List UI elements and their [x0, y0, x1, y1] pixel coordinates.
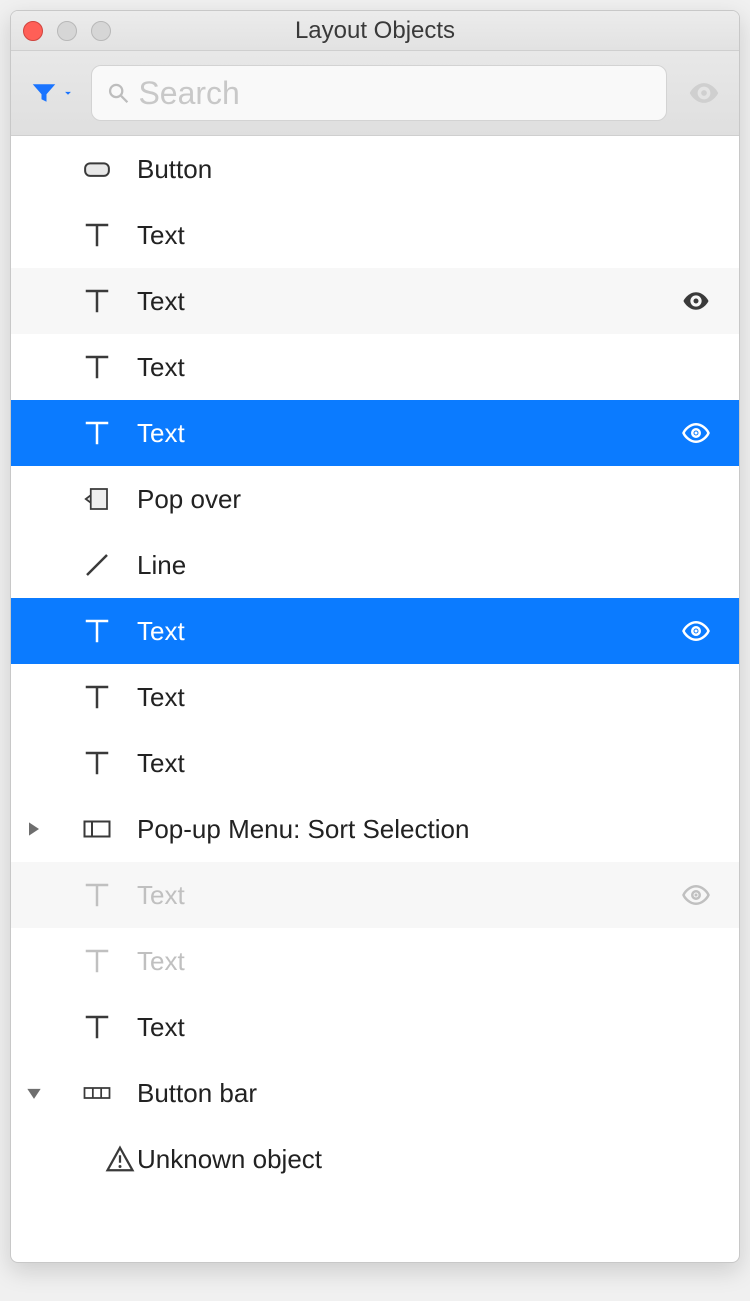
visibility-icon[interactable] — [671, 418, 721, 448]
item-label: Pop over — [137, 484, 671, 515]
list-item[interactable]: Pop over — [11, 466, 739, 532]
disclosure-triangle[interactable] — [11, 1083, 57, 1103]
object-list: Button Text Text Text Text Pop over Line Text Te… — [11, 136, 739, 1192]
list-item[interactable]: Text — [11, 928, 739, 994]
list-item[interactable]: Text — [11, 400, 739, 466]
popup-icon — [57, 814, 137, 844]
visibility-icon[interactable] — [671, 286, 721, 316]
traffic-lights — [23, 21, 111, 41]
list-item[interactable]: Text — [11, 268, 739, 334]
list-item[interactable]: Unknown object — [11, 1126, 739, 1192]
buttonbar-icon — [57, 1078, 137, 1108]
item-label: Text — [137, 352, 671, 383]
text-icon — [57, 1012, 137, 1042]
list-item[interactable]: Line — [11, 532, 739, 598]
item-label: Text — [137, 220, 671, 251]
item-label: Text — [137, 880, 671, 911]
warning-icon — [57, 1144, 137, 1174]
text-icon — [57, 220, 137, 250]
item-label: Text — [137, 286, 671, 317]
chevron-down-icon — [61, 86, 75, 100]
text-icon — [57, 748, 137, 778]
text-icon — [57, 616, 137, 646]
text-icon — [57, 946, 137, 976]
list-item[interactable]: Text — [11, 598, 739, 664]
item-label: Text — [137, 1012, 671, 1043]
list-item[interactable]: Text — [11, 334, 739, 400]
footer-space — [11, 1192, 739, 1262]
item-label: Line — [137, 550, 671, 581]
popover-icon — [57, 484, 137, 514]
line-icon — [57, 550, 137, 580]
item-label: Text — [137, 682, 671, 713]
text-icon — [57, 880, 137, 910]
list-item[interactable]: Button bar — [11, 1060, 739, 1126]
toolbar — [11, 51, 739, 136]
window-close-button[interactable] — [23, 21, 43, 41]
layout-objects-window: Layout Objects Button Text Text Text Text Pop… — [10, 10, 740, 1263]
list-item[interactable]: Text — [11, 994, 739, 1060]
item-label: Pop-up Menu: Sort Selection — [137, 814, 671, 845]
list-item[interactable]: Button — [11, 136, 739, 202]
button-icon — [57, 154, 137, 184]
window-minimize-button[interactable] — [57, 21, 77, 41]
item-label: Button — [137, 154, 671, 185]
filter-button[interactable] — [29, 78, 75, 108]
visibility-icon[interactable] — [671, 616, 721, 646]
item-label: Text — [137, 748, 671, 779]
item-label: Text — [137, 418, 671, 449]
item-label: Text — [137, 946, 671, 977]
text-icon — [57, 352, 137, 382]
toggle-visibility-button[interactable] — [687, 76, 721, 110]
filter-icon — [29, 78, 59, 108]
text-icon — [57, 286, 137, 316]
window-title: Layout Objects — [11, 17, 739, 45]
text-icon — [57, 418, 137, 448]
list-item[interactable]: Text — [11, 730, 739, 796]
search-input[interactable] — [138, 75, 652, 112]
item-label: Unknown object — [137, 1144, 671, 1175]
item-label: Button bar — [137, 1078, 671, 1109]
item-label: Text — [137, 616, 671, 647]
text-icon — [57, 682, 137, 712]
list-item[interactable]: Text — [11, 664, 739, 730]
disclosure-triangle[interactable] — [11, 819, 57, 839]
list-item[interactable]: Text — [11, 862, 739, 928]
titlebar: Layout Objects — [11, 11, 739, 51]
visibility-icon[interactable] — [671, 880, 721, 910]
search-icon — [106, 80, 130, 106]
window-zoom-button[interactable] — [91, 21, 111, 41]
list-item[interactable]: Pop-up Menu: Sort Selection — [11, 796, 739, 862]
list-item[interactable]: Text — [11, 202, 739, 268]
search-field[interactable] — [91, 65, 667, 121]
